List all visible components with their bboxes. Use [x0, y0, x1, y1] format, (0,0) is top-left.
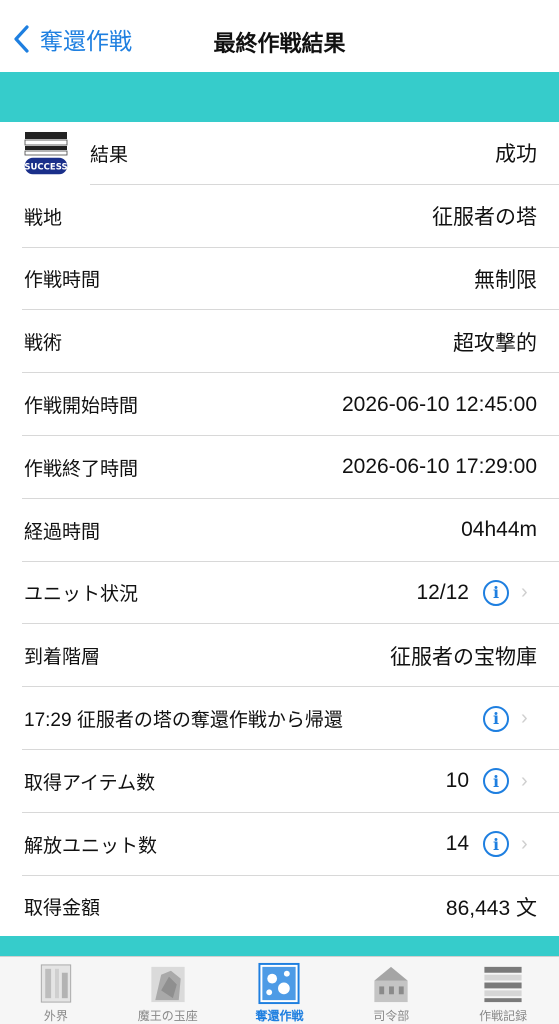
row-label: 到着階層 — [24, 647, 101, 669]
row-elapsed-time: 経過時間 04h44m — [0, 498, 559, 562]
tab-records[interactable]: 作戦記録 — [447, 957, 559, 1024]
tab-label: 司令部 — [373, 1009, 410, 1023]
page-title: 最終作戦結果 — [213, 31, 346, 56]
chevron-right-icon: › — [521, 832, 528, 855]
throne-icon — [151, 966, 185, 1003]
footer-band — [0, 936, 559, 956]
row-label: 取得アイテム数 — [24, 772, 156, 794]
tab-recapture[interactable]: 奪還作戦 — [224, 957, 336, 1024]
outer-world-icon — [40, 964, 72, 1003]
row-value: 成功 — [495, 143, 537, 167]
row-arrival-floor: 到着階層 征服者の宝物庫 — [0, 624, 559, 688]
row-result: SUCCESS 結果 成功 — [0, 122, 559, 185]
tab-label: 魔王の玉座 — [137, 1009, 198, 1023]
success-badge-icon: SUCCESS — [23, 132, 69, 176]
chevron-right-icon: › — [521, 707, 528, 730]
row-operation-time: 作戦時間 無制限 — [0, 247, 559, 311]
tab-bar: 外界 魔王の玉座 奪還作戦 司令部 作戦記録 — [0, 956, 559, 1024]
row-label: 戦術 — [24, 333, 63, 355]
row-money-acquired: 取得金額 86,443 文 — [0, 875, 559, 939]
row-label: 解放ユニット数 — [24, 835, 158, 857]
row-value: 2026-06-10 17:29:00 — [342, 455, 537, 479]
chevron-right-icon: › — [521, 769, 528, 792]
info-icon[interactable]: i — [483, 579, 509, 606]
row-start-time: 作戦開始時間 2026-06-10 12:45:00 — [0, 373, 559, 436]
row-value: 征服者の宝物庫 — [390, 645, 537, 669]
row-label: 作戦時間 — [24, 270, 101, 292]
nav-bar: 奪還作戦 最終作戦結果 — [0, 0, 559, 72]
row-units-released[interactable]: 解放ユニット数 14 i › — [0, 812, 559, 876]
tab-label: 奪還作戦 — [255, 1009, 304, 1023]
tab-headquarters[interactable]: 司令部 — [335, 957, 447, 1024]
row-items-acquired[interactable]: 取得アイテム数 10 i › — [0, 749, 559, 813]
records-icon — [484, 966, 522, 1003]
tab-label: 作戦記録 — [479, 1009, 528, 1023]
row-label: 作戦開始時間 — [24, 396, 139, 418]
row-return-log[interactable]: 17:29 征服者の塔の奪還作戦から帰還 i › — [0, 687, 559, 750]
tab-outer-world[interactable]: 外界 — [0, 957, 112, 1024]
row-label: ユニット状況 — [24, 584, 139, 606]
info-icon[interactable]: i — [483, 768, 509, 795]
row-value: 征服者の塔 — [432, 206, 537, 230]
svg-text:SUCCESS: SUCCESS — [24, 163, 67, 173]
row-label: 経過時間 — [24, 521, 101, 543]
header-band — [0, 72, 559, 122]
row-value: 14 — [445, 832, 469, 856]
row-battlefield: 戦地 征服者の塔 — [0, 184, 559, 248]
row-label: 作戦終了時間 — [24, 458, 139, 480]
info-icon[interactable]: i — [483, 831, 509, 858]
info-icon[interactable]: i — [483, 705, 509, 732]
row-label: 17:29 征服者の塔の奪還作戦から帰還 — [24, 710, 343, 732]
result-list: SUCCESS 結果 成功 戦地 征服者の塔 作戦時間 無制限 戦術 超攻撃的 … — [0, 122, 559, 939]
row-value: 超攻撃的 — [453, 331, 537, 355]
row-label: 戦地 — [24, 207, 63, 229]
recapture-icon — [258, 962, 301, 1005]
row-value: 86,443 文 — [445, 896, 537, 920]
row-value: 10 — [445, 769, 469, 793]
row-value: 04h44m — [461, 518, 537, 542]
row-label: 結果 — [90, 144, 129, 166]
row-tactics: 戦術 超攻撃的 — [0, 310, 559, 374]
row-unit-status[interactable]: ユニット状況 12/12 i › — [0, 561, 559, 625]
row-label: 取得金額 — [24, 898, 101, 920]
headquarters-icon — [374, 966, 408, 1003]
row-value: 12/12 — [416, 580, 469, 604]
chevron-right-icon: › — [521, 581, 528, 604]
row-end-time: 作戦終了時間 2026-06-10 17:29:00 — [0, 435, 559, 499]
row-value: 無制限 — [474, 268, 537, 292]
tab-label: 外界 — [43, 1009, 68, 1023]
row-value: 2026-06-10 12:45:00 — [342, 392, 537, 416]
tab-throne[interactable]: 魔王の玉座 — [112, 957, 224, 1024]
